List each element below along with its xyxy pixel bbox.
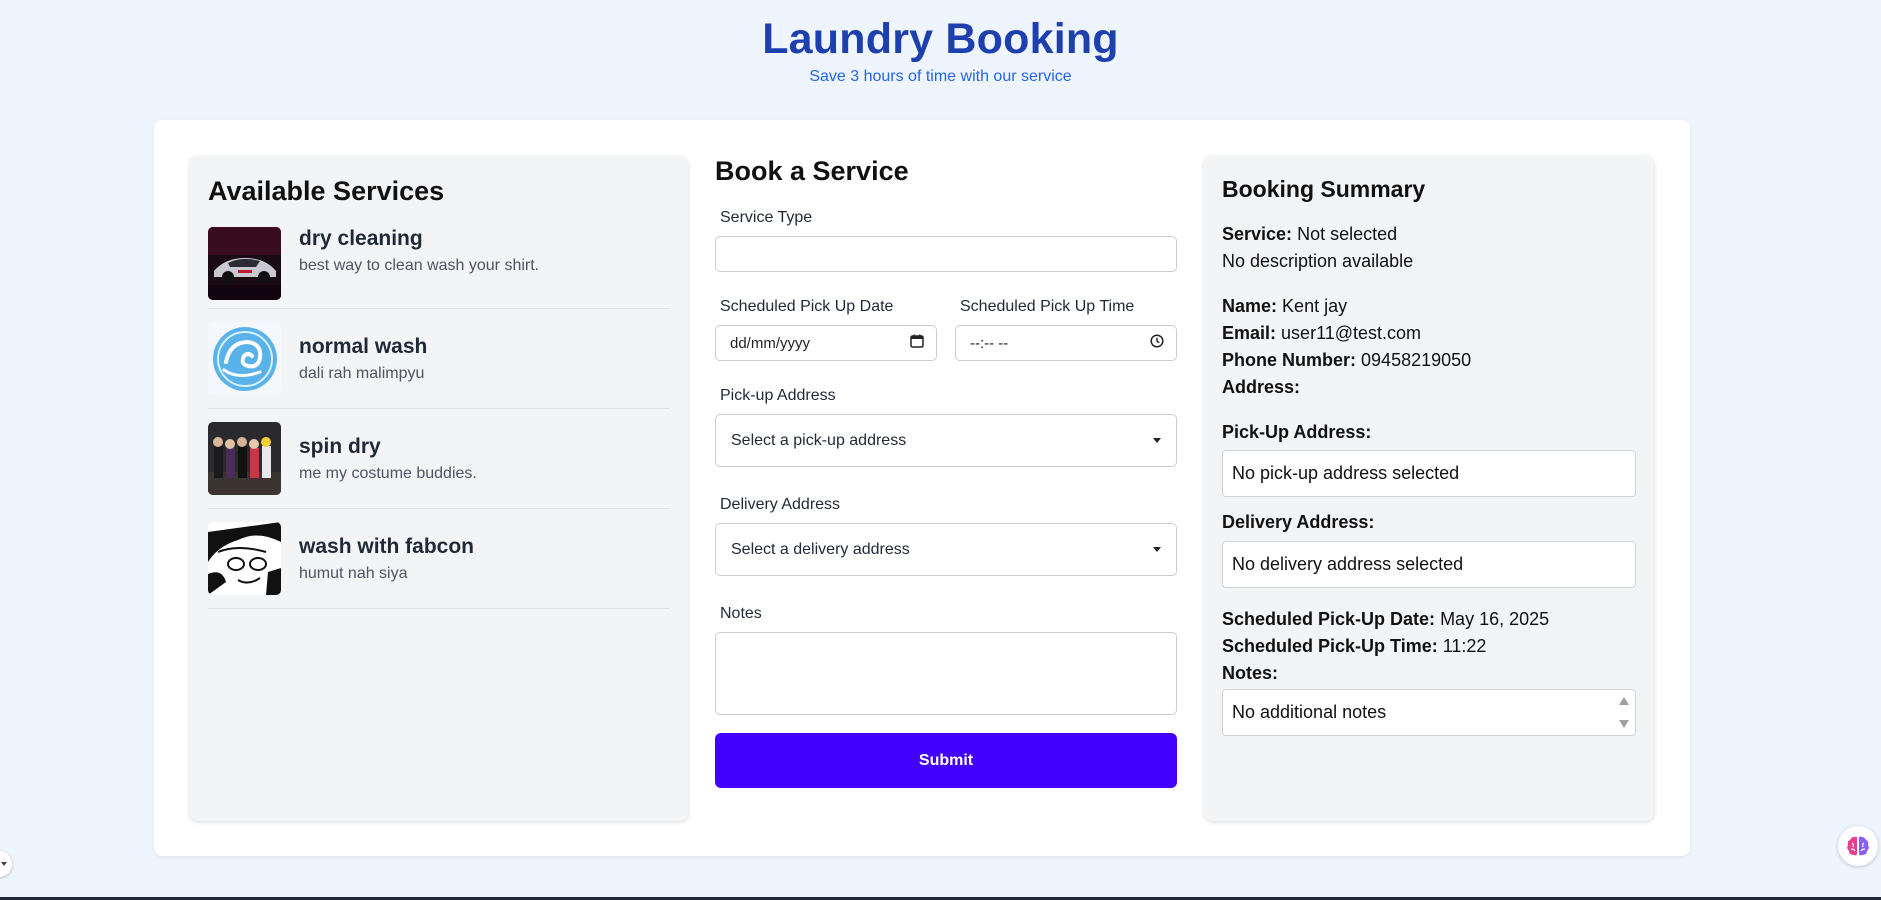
main-card: Available Services dry cleaning best way…: [154, 120, 1690, 856]
page-subtitle: Save 3 hours of time with our service: [809, 68, 1072, 85]
pickup-time-input[interactable]: --:-- --: [955, 325, 1177, 361]
blue-swirl-logo: [208, 322, 281, 395]
summary-service-label: Service:: [1222, 224, 1293, 244]
summary-name-value: Kent jay: [1282, 296, 1348, 316]
notes-label: Notes: [720, 605, 762, 622]
summary-email-label: Email:: [1222, 323, 1277, 343]
clock-icon[interactable]: [1150, 334, 1164, 352]
summary-service: Service: Not selected: [1222, 221, 1636, 248]
pickup-address-label: Pick-up Address: [720, 387, 836, 404]
chevron-down-icon: [1153, 438, 1161, 443]
summary-phone-value: 09458219050: [1361, 350, 1472, 370]
summary-pickup-time-value: 11:22: [1442, 636, 1487, 656]
summary-delivery-address-label: Delivery Address:: [1222, 512, 1375, 532]
service-type-label: Service Type: [720, 209, 813, 226]
summary-notes-label: Notes:: [1222, 663, 1279, 683]
form-title: Book a Service: [715, 156, 909, 186]
summary-title: Booking Summary: [1222, 176, 1426, 202]
summary-pickup-address-label: Pick-Up Address:: [1222, 422, 1372, 442]
group-costume-photo: [208, 422, 281, 495]
service-description: me my costume buddies.: [299, 464, 477, 482]
manga-face-drawing: [208, 522, 281, 595]
notes-textarea[interactable]: [715, 632, 1177, 715]
summary-address: Address:: [1222, 374, 1636, 401]
pickup-date-label: Scheduled Pick Up Date: [720, 298, 894, 315]
pickup-address-select[interactable]: Select a pick-up address: [715, 414, 1177, 467]
service-item-wash-with-fabcon[interactable]: wash with fabcon humut nah siya: [208, 509, 670, 609]
summary-phone-label: Phone Number:: [1222, 350, 1357, 370]
summary-description: No description available: [1222, 251, 1414, 271]
summary-name-label: Name:: [1222, 296, 1278, 316]
summary-pickup-address-box: No pick-up address selected: [1222, 450, 1636, 497]
delivery-address-label: Delivery Address: [720, 496, 841, 513]
service-description: best way to clean wash your shirt.: [299, 257, 540, 274]
delivery-address-select-value: Select a delivery address: [731, 540, 910, 558]
pickup-time-label: Scheduled Pick Up Time: [960, 298, 1135, 315]
service-item-dry-cleaning[interactable]: dry cleaning best way to clean wash your…: [208, 227, 670, 309]
summary-pickup-date-label: Scheduled Pick-Up Date:: [1222, 609, 1436, 629]
sports-car-photo: [208, 227, 281, 300]
service-name: normal wash: [299, 334, 428, 358]
summary-pickup-time: Scheduled Pick-Up Time: 11:22: [1222, 633, 1636, 660]
service-name: dry cleaning: [299, 227, 423, 250]
pickup-date-input[interactable]: dd/mm/yyyy: [715, 325, 937, 361]
summary-pickup-date-value: May 16, 2025: [1440, 609, 1550, 629]
summary-pickup-date: Scheduled Pick-Up Date: May 16, 2025: [1222, 606, 1636, 633]
service-description: dali rah malimpyu: [299, 364, 425, 382]
summary-address-label: Address:: [1222, 377, 1301, 397]
service-description: humut nah siya: [299, 564, 408, 582]
expand-toggle-icon[interactable]: [0, 851, 12, 877]
pickup-date-placeholder: dd/mm/yyyy: [730, 334, 811, 352]
scroll-up-arrow-icon[interactable]: [1619, 697, 1629, 705]
calendar-icon[interactable]: [910, 334, 924, 352]
services-title: Available Services: [208, 176, 445, 206]
pickup-address-select-value: Select a pick-up address: [731, 431, 907, 449]
services-list: dry cleaning best way to clean wash your…: [208, 227, 670, 609]
summary-delivery-address-box: No delivery address selected: [1222, 541, 1636, 588]
summary-notes-box[interactable]: No additional notes: [1222, 689, 1636, 736]
summary-email-value: user11@test.com: [1281, 323, 1422, 343]
summary-pickup-time-label: Scheduled Pick-Up Time:: [1222, 636, 1438, 656]
booking-form: Book a Service Service Type Scheduled Pi…: [715, 156, 1177, 788]
booking-summary: Booking Summary Service: Not selected No…: [1204, 156, 1654, 821]
service-name: spin dry: [299, 434, 381, 458]
pickup-time-placeholder: --:-- --: [970, 334, 1009, 352]
service-item-normal-wash[interactable]: normal wash dali rah malimpyu: [208, 309, 670, 409]
summary-name: Name: Kent jay: [1222, 293, 1636, 320]
page-header: Laundry Booking Save 3 hours of time wit…: [0, 0, 1881, 120]
summary-email: Email: user11@test.com: [1222, 320, 1636, 347]
services-panel: Available Services dry cleaning best way…: [190, 156, 688, 821]
brain-icon[interactable]: [1838, 826, 1878, 866]
summary-service-value: Not selected: [1297, 224, 1398, 244]
summary-phone: Phone Number: 09458219050: [1222, 347, 1636, 374]
service-type-input[interactable]: [715, 236, 1177, 272]
delivery-address-select[interactable]: Select a delivery address: [715, 523, 1177, 576]
service-item-spin-dry[interactable]: spin dry me my costume buddies.: [208, 409, 670, 509]
chevron-down-icon: [1153, 547, 1161, 552]
summary-notes-value: No additional notes: [1232, 702, 1387, 722]
page-title: Laundry Booking: [762, 15, 1119, 63]
submit-button[interactable]: Submit: [715, 733, 1177, 788]
service-name: wash with fabcon: [299, 534, 475, 558]
scroll-down-arrow-icon[interactable]: [1619, 720, 1629, 728]
